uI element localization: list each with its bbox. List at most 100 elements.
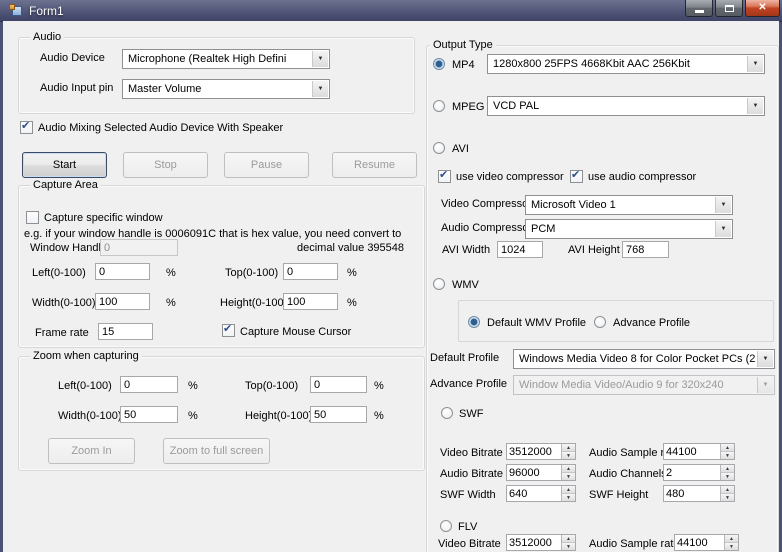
avi-width-input[interactable] <box>497 241 543 258</box>
audio-device-combo[interactable]: Microphone (Realtek High Defini ▼ <box>122 49 330 69</box>
frame-rate-input[interactable] <box>98 323 153 340</box>
audio-sample-rate-input[interactable] <box>664 444 720 459</box>
capture-specific-window-checkbox[interactable]: ✔ <box>26 211 39 224</box>
titlebar[interactable]: Form1 ✕ <box>0 0 782 22</box>
spinner-down-icon[interactable]: ▼ <box>562 493 575 501</box>
swf-width-stepper: ▲▼ <box>506 485 576 502</box>
audio-channels-label: Audio Channels <box>589 468 667 480</box>
spinner-up-icon[interactable]: ▲ <box>721 444 734 451</box>
swf-width-label: SWF Width <box>440 489 496 501</box>
app-window: Form1 ✕ Audio Audio Device Microphone (R… <box>0 0 782 552</box>
spinner-down-icon[interactable]: ▼ <box>562 451 575 459</box>
close-icon: ✕ <box>758 2 767 13</box>
zoom-in-button[interactable]: Zoom In <box>48 438 135 464</box>
capture-height-label: Height(0-100) <box>220 297 288 309</box>
close-button[interactable]: ✕ <box>745 0 780 17</box>
flv-radio[interactable] <box>440 520 452 532</box>
video-compressor-combo[interactable]: Microsoft Video 1 ▼ <box>525 195 733 215</box>
capture-width-input[interactable] <box>95 293 150 310</box>
capture-specific-window-label: Capture specific window <box>44 212 163 224</box>
swf-width-input[interactable] <box>507 486 561 501</box>
audio-compressor-combo[interactable]: PCM ▼ <box>525 219 733 239</box>
zoom-top-input[interactable] <box>310 376 367 393</box>
avi-radio[interactable] <box>433 142 445 154</box>
mpeg-profile-combo[interactable]: VCD PAL ▼ <box>487 96 765 116</box>
chevron-down-icon: ▼ <box>715 197 731 213</box>
spinner-down-icon[interactable]: ▼ <box>562 542 575 550</box>
capture-mouse-cursor-checkbox[interactable]: ✔ <box>222 323 235 337</box>
percent-sign: % <box>166 297 176 309</box>
swf-radio[interactable] <box>441 407 453 419</box>
swf-height-input[interactable] <box>664 486 720 501</box>
zoom-left-input[interactable] <box>120 376 178 393</box>
capture-area-group-label: Capture Area <box>30 179 101 191</box>
audio-channels-input[interactable] <box>664 465 720 480</box>
audio-compressor-value: PCM <box>531 223 556 235</box>
use-video-compressor-label: use video compressor <box>456 171 564 183</box>
stop-button[interactable]: Stop <box>123 152 208 178</box>
mpeg-radio[interactable] <box>433 100 445 112</box>
advance-profile-radio[interactable] <box>594 316 606 328</box>
resume-button[interactable]: Resume <box>332 152 417 178</box>
spinner-down-icon[interactable]: ▼ <box>725 542 738 550</box>
spinner-up-icon[interactable]: ▲ <box>721 465 734 472</box>
mp4-profile-combo[interactable]: 1280x800 25FPS 4668Kbit AAC 256Kbit ▼ <box>487 54 765 74</box>
zoom-left-label: Left(0-100) <box>58 380 112 392</box>
chevron-down-icon: ▼ <box>715 221 731 237</box>
pause-button[interactable]: Pause <box>224 152 309 178</box>
percent-sign: % <box>374 410 384 422</box>
minimize-button[interactable] <box>685 0 713 17</box>
flv-audio-sample-rate-stepper: ▲▼ <box>674 534 739 551</box>
avi-height-input[interactable] <box>622 241 669 258</box>
use-video-compressor-checkbox[interactable]: ✔ <box>438 169 451 183</box>
spinner-down-icon[interactable]: ▼ <box>562 472 575 480</box>
chevron-down-icon: ▼ <box>757 351 773 367</box>
spinner-down-icon[interactable]: ▼ <box>721 493 734 501</box>
capture-mouse-cursor-label: Capture Mouse Cursor <box>240 326 352 338</box>
mp4-radio-label: MP4 <box>452 59 475 71</box>
maximize-button[interactable] <box>715 0 743 17</box>
video-bitrate-label: Video Bitrate <box>440 447 503 459</box>
video-bitrate-input[interactable] <box>507 444 561 459</box>
audio-mixing-checkbox[interactable]: ✔ <box>20 120 33 134</box>
spinner-up-icon[interactable]: ▲ <box>562 444 575 451</box>
audio-device-value: Microphone (Realtek High Defini <box>128 53 287 65</box>
audio-bitrate-input[interactable] <box>507 465 561 480</box>
audio-compressor-label: Audio Compressor <box>441 222 533 234</box>
chevron-down-icon: ▼ <box>757 377 773 393</box>
capture-height-input[interactable] <box>283 293 338 310</box>
spinner-up-icon[interactable]: ▲ <box>721 486 734 493</box>
window-handle-input[interactable] <box>100 239 178 256</box>
flv-audio-sample-rate-input[interactable] <box>675 535 724 550</box>
capture-left-input[interactable] <box>95 263 150 280</box>
capture-top-input[interactable] <box>283 263 338 280</box>
mpeg-profile-value: VCD PAL <box>493 100 540 112</box>
default-profile-combo[interactable]: Windows Media Video 8 for Color Pocket P… <box>513 349 775 369</box>
mp4-radio[interactable] <box>433 58 445 70</box>
advance-profile-combo[interactable]: Window Media Video/Audio 9 for 320x240 ▼ <box>513 375 775 395</box>
use-audio-compressor-checkbox[interactable]: ✔ <box>570 169 583 183</box>
zoom-group-label: Zoom when capturing <box>30 350 142 362</box>
audio-channels-stepper: ▲▼ <box>663 464 735 481</box>
spinner-up-icon[interactable]: ▲ <box>562 535 575 542</box>
video-compressor-label: Video Compressor <box>441 198 532 210</box>
audio-input-pin-combo[interactable]: Master Volume ▼ <box>122 79 330 99</box>
spinner-down-icon[interactable]: ▼ <box>721 451 734 459</box>
zoom-width-input[interactable] <box>120 406 178 423</box>
frame-rate-label: Frame rate <box>35 327 89 339</box>
wmv-radio[interactable] <box>433 278 445 290</box>
flv-video-bitrate-input[interactable] <box>507 535 561 550</box>
spinner-up-icon[interactable]: ▲ <box>562 486 575 493</box>
zoom-height-input[interactable] <box>310 406 367 423</box>
window-handle-hint: e.g. if your window handle is 0006091C t… <box>24 228 402 240</box>
output-type-group-label: Output Type <box>430 39 496 51</box>
start-button[interactable]: Start <box>22 152 107 178</box>
spinner-up-icon[interactable]: ▲ <box>562 465 575 472</box>
spinner-down-icon[interactable]: ▼ <box>721 472 734 480</box>
spinner-up-icon[interactable]: ▲ <box>725 535 738 542</box>
chevron-down-icon: ▼ <box>747 98 763 114</box>
window-title: Form1 <box>29 4 64 18</box>
default-wmv-profile-radio[interactable] <box>468 316 480 328</box>
zoom-full-screen-button[interactable]: Zoom to full screen <box>163 438 270 464</box>
advance-profile-label: Advance Profile <box>430 378 508 390</box>
